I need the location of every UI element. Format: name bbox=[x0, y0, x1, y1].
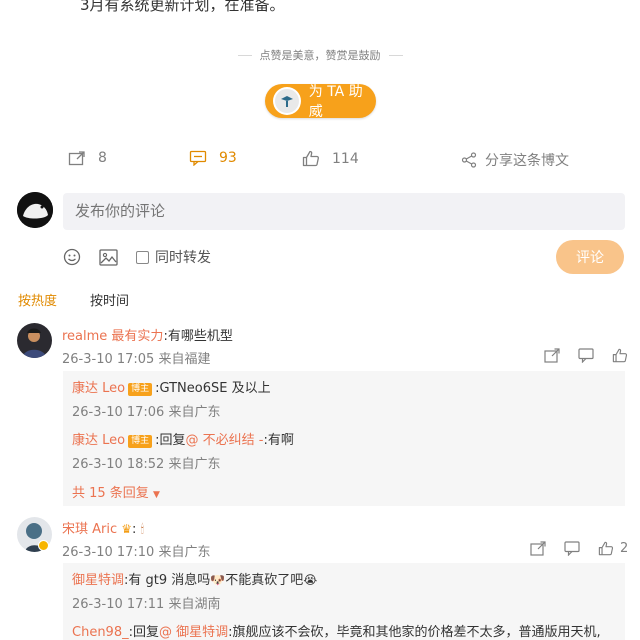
mention-link[interactable]: @ 御星特调 bbox=[159, 625, 228, 640]
like-count: 114 bbox=[332, 150, 359, 167]
verified-badge-icon bbox=[38, 540, 49, 551]
praise-text: 点赞是美意，赞赏是鼓励 bbox=[259, 49, 381, 62]
caret-down-icon: ▼ bbox=[152, 490, 160, 500]
reply-meta: 26-3-10 17:11 来自湖南 bbox=[72, 597, 221, 612]
divider bbox=[388, 54, 403, 56]
comment-action[interactable]: 93 bbox=[189, 150, 237, 166]
tab-sort-time[interactable]: 按时间 bbox=[90, 290, 129, 309]
thumbs-up-icon bbox=[302, 150, 319, 167]
reply-username[interactable]: 康达 Leo bbox=[72, 381, 125, 396]
comment-actions: 2 bbox=[530, 541, 628, 556]
reply-text-row: 御星特调:有 gt9 消息吗🐶不能真砍了吧😭 bbox=[72, 569, 317, 588]
post-text-tail: 3月有系统更新计划，在准备。 bbox=[80, 0, 285, 14]
reply-text-tail: 不能真砍了吧 bbox=[225, 573, 304, 588]
comment-username[interactable]: 宋琪 Aric bbox=[62, 522, 117, 537]
comment-meta: 26-3-10 17:10 来自广东 bbox=[62, 545, 211, 560]
reward-button[interactable]: 为 TA 助威 bbox=[265, 84, 376, 120]
comment-input[interactable] bbox=[63, 193, 625, 230]
share-icon bbox=[461, 152, 477, 168]
more-replies-link[interactable]: 共 15 条回复 ▼ bbox=[72, 482, 160, 501]
emoji-icon: 🕯 bbox=[140, 522, 144, 536]
reply-text-row: Chen98_:回复@ 御星特调:旗舰应该不会砍，毕竟和其他家的价格差不太多，普… bbox=[72, 621, 601, 640]
reply-meta: 26-3-10 17:06 来自广东 bbox=[72, 405, 221, 420]
reply-text: :有 gt9 消息吗 bbox=[124, 573, 211, 588]
share-label: 分享这条博文 bbox=[485, 153, 569, 169]
like-count: 2 bbox=[620, 541, 629, 556]
reply-text-row: 康达 Leo 博主:回复@ 不必纠结 -:有啊 bbox=[72, 429, 294, 448]
comment-icon[interactable] bbox=[564, 541, 580, 556]
reply-text: :GTNeo6SE 及以上 bbox=[155, 381, 271, 396]
comment-text-row: 宋琪 Aric ♛: 🕯 bbox=[62, 518, 144, 537]
repost-checkbox[interactable]: 同时转发 bbox=[136, 247, 211, 267]
crown-icon: ♛ bbox=[121, 522, 133, 536]
thumbs-up-icon bbox=[598, 541, 614, 556]
praise-caption: 点赞是美意，赞赏是鼓励 bbox=[230, 47, 410, 63]
author-badge: 博主 bbox=[128, 383, 153, 396]
comment-meta: 26-3-10 17:05 来自福建 bbox=[62, 352, 211, 367]
reply-text-prefix: :回复 bbox=[155, 433, 186, 448]
repost-icon bbox=[68, 151, 85, 166]
tab-sort-hot[interactable]: 按热度 bbox=[18, 290, 57, 309]
reply-meta: 26-3-10 18:52 来自广东 bbox=[72, 457, 221, 472]
reply-text-row: 康达 Leo 博主:GTNeo6SE 及以上 bbox=[72, 377, 271, 396]
reward-avatar-icon bbox=[273, 87, 301, 115]
mention-link[interactable]: @ 不必纠结 - bbox=[186, 433, 264, 448]
action-bar: 8 93 114 分享这条博文 bbox=[0, 150, 640, 172]
thumbs-up-icon[interactable] bbox=[612, 348, 628, 363]
comment-username[interactable]: realme 最有实力 bbox=[62, 329, 163, 344]
reply-username[interactable]: 康达 Leo bbox=[72, 433, 125, 448]
more-replies-label: 共 15 条回复 bbox=[72, 486, 149, 501]
repost-action[interactable]: 8 bbox=[68, 150, 107, 166]
reward-button-label: 为 TA 助威 bbox=[308, 84, 363, 120]
comment-actions bbox=[544, 348, 628, 363]
my-avatar[interactable] bbox=[17, 192, 53, 228]
share-action[interactable]: 分享这条博文 bbox=[461, 150, 569, 170]
reply-text-prefix: :回复 bbox=[128, 625, 159, 640]
like-action[interactable]: 2 bbox=[598, 541, 628, 556]
repost-count: 8 bbox=[98, 150, 107, 166]
emoji-icon[interactable] bbox=[63, 248, 81, 266]
comment-icon bbox=[189, 150, 207, 166]
reply-text-suffix: :有啊 bbox=[263, 433, 294, 448]
like-action[interactable]: 114 bbox=[302, 150, 359, 167]
dog-emoji-icon: 🐶 bbox=[210, 573, 226, 587]
repost-checkbox-label: 同时转发 bbox=[155, 250, 211, 266]
repost-icon[interactable] bbox=[544, 348, 560, 363]
submit-comment-button[interactable]: 评论 bbox=[556, 240, 624, 274]
avatar[interactable] bbox=[17, 323, 52, 358]
image-icon[interactable] bbox=[99, 248, 118, 266]
cry-emoji-icon: 😭 bbox=[303, 573, 318, 587]
composer-tools: 同时转发 bbox=[63, 247, 211, 267]
reply-text-suffix: :旗舰应该不会砍，毕竟和其他家的价格差不太多，普通版用天机, bbox=[228, 625, 601, 640]
comment-icon[interactable] bbox=[578, 348, 594, 363]
divider bbox=[237, 54, 252, 56]
comment-text: :有哪些机型 bbox=[163, 329, 233, 344]
comment-text: : bbox=[132, 522, 137, 537]
repost-icon[interactable] bbox=[530, 541, 546, 556]
comment-text-row: realme 最有实力:有哪些机型 bbox=[62, 325, 233, 344]
reply-username[interactable]: 御星特调 bbox=[72, 573, 124, 588]
author-badge: 博主 bbox=[128, 435, 153, 448]
comment-count: 93 bbox=[219, 150, 237, 166]
reply-username[interactable]: Chen98_ bbox=[72, 625, 129, 640]
checkbox-icon bbox=[136, 250, 149, 264]
